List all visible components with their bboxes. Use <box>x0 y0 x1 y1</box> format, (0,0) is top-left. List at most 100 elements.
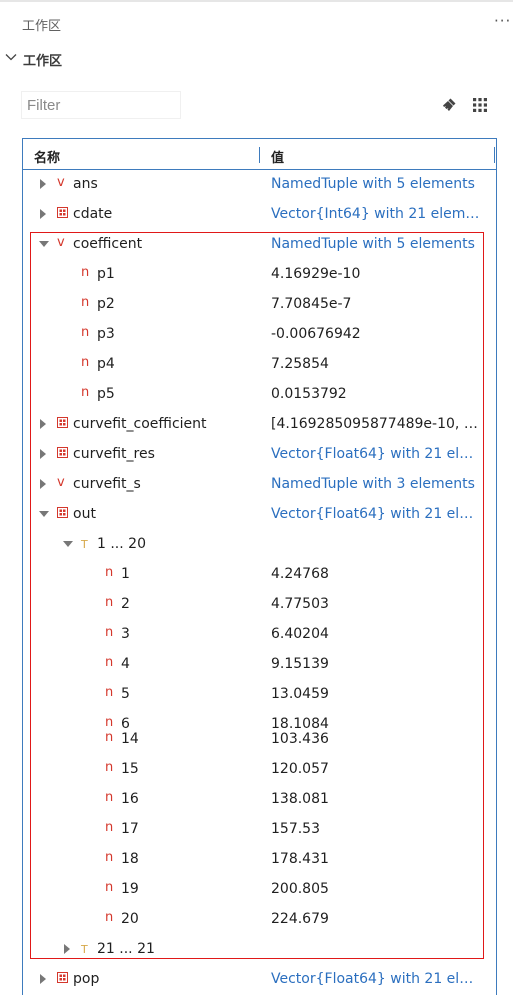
variable-name: p4 <box>97 356 115 372</box>
variable-name: 19 <box>121 881 139 897</box>
number-type-icon: n <box>81 265 90 280</box>
number-type-icon: n <box>105 790 114 805</box>
variable-name: out <box>73 506 96 522</box>
number-type-icon: n <box>81 325 90 340</box>
variable-name: 21 ... 21 <box>97 941 155 957</box>
variable-name: curvefit_coefficient <box>73 416 207 432</box>
column-resize-handle[interactable] <box>259 147 260 163</box>
table-row[interactable]: out Vector{Float64} with 21 eleme... <box>23 499 496 529</box>
table-row[interactable]: n 20 224.679 <box>23 904 496 934</box>
collapsed-arrow-icon[interactable] <box>38 973 48 985</box>
table-row[interactable]: n 15 120.057 <box>23 754 496 784</box>
table-row[interactable]: v coefficent NamedTuple with 5 elements <box>23 229 496 259</box>
variable-name: pop <box>73 971 100 987</box>
table-row[interactable]: cdate Vector{Int64} with 21 elements <box>23 199 496 229</box>
table-row[interactable]: n p2 7.70845e-7 <box>23 289 496 319</box>
variable-value-link[interactable]: Vector{Float64} with 21 eleme... <box>271 506 481 522</box>
column-header-value[interactable]: 值 <box>271 147 284 166</box>
table-row[interactable]: T 1 ... 20 <box>23 529 496 559</box>
variable-name: 14 <box>121 731 139 747</box>
variable-name: 15 <box>121 761 139 777</box>
table-header: 名称 值 <box>23 139 496 170</box>
number-type-icon: n <box>105 760 114 775</box>
variable-value: 224.679 <box>271 911 329 927</box>
section-header-workspace[interactable]: 工作区 <box>0 48 513 72</box>
clear-brush-icon[interactable] <box>440 96 458 114</box>
more-actions-icon[interactable]: ··· <box>494 12 511 30</box>
column-header-name[interactable]: 名称 <box>34 147 60 166</box>
table-row[interactable]: n 18 178.431 <box>23 844 496 874</box>
table-row[interactable]: n p3 -0.00676942 <box>23 319 496 349</box>
number-type-icon: n <box>105 595 114 610</box>
variable-value-link[interactable]: NamedTuple with 5 elements <box>271 236 481 252</box>
variable-name: p5 <box>97 386 115 402</box>
expanded-arrow-icon[interactable] <box>38 238 49 250</box>
variable-value: 157.53 <box>271 821 320 837</box>
column-resize-handle[interactable] <box>494 147 495 163</box>
variable-value: 9.15139 <box>271 656 329 672</box>
table-row[interactable]: n 5 13.0459 <box>23 679 496 709</box>
filter-input[interactable] <box>22 92 180 118</box>
table-row[interactable]: curvefit_res Vector{Float64} with 21 elem… <box>23 439 496 469</box>
table-row[interactable]: T 21 ... 21 <box>23 934 496 964</box>
table-row[interactable]: n 14 103.436 <box>23 724 496 754</box>
variable-value-link[interactable]: Vector{Float64} with 21 eleme... <box>271 971 481 987</box>
collapsed-arrow-icon[interactable] <box>38 478 48 490</box>
table-row[interactable]: v ans NamedTuple with 5 elements <box>23 169 496 199</box>
number-type-icon: n <box>81 385 90 400</box>
vector-type-icon <box>57 507 68 522</box>
variable-value: 4.77503 <box>271 596 329 612</box>
variable-value: 200.805 <box>271 881 329 897</box>
variable-value: 7.25854 <box>271 356 329 372</box>
variable-value-link[interactable]: Vector{Int64} with 21 elements <box>271 206 481 222</box>
namedtuple-type-icon: v <box>57 475 65 490</box>
variable-name: curvefit_res <box>73 446 155 462</box>
collapsed-arrow-icon[interactable] <box>38 418 48 430</box>
variable-value: -0.00676942 <box>271 326 361 342</box>
table-row[interactable]: n 17 157.53 <box>23 814 496 844</box>
collapsed-arrow-icon[interactable] <box>38 178 48 190</box>
variable-name: p1 <box>97 266 115 282</box>
variable-value: 6.40204 <box>271 626 329 642</box>
number-type-icon: n <box>105 685 114 700</box>
variable-value-link[interactable]: Vector{Float64} with 21 eleme... <box>271 446 481 462</box>
number-type-icon: n <box>81 295 90 310</box>
number-type-icon: n <box>81 355 90 370</box>
collapsed-arrow-icon[interactable] <box>62 943 72 955</box>
variable-name: curvefit_s <box>73 476 141 492</box>
variable-value-link[interactable]: NamedTuple with 3 elements <box>271 476 481 492</box>
table-row[interactable]: curvefit_coefficient [4.169285095877489e-… <box>23 409 496 439</box>
table-row[interactable]: n 19 200.805 <box>23 874 496 904</box>
variable-name: ans <box>73 176 98 192</box>
variable-name: 17 <box>121 821 139 837</box>
table-row[interactable]: n p1 4.16929e-10 <box>23 259 496 289</box>
table-row[interactable]: n 1 4.24768 <box>23 559 496 589</box>
layout-grid-icon[interactable] <box>472 97 488 113</box>
variable-name: 4 <box>121 656 130 672</box>
collapsed-arrow-icon[interactable] <box>38 208 48 220</box>
variable-value: 7.70845e-7 <box>271 296 352 312</box>
table-row[interactable]: n p4 7.25854 <box>23 349 496 379</box>
table-row[interactable]: pop Vector{Float64} with 21 eleme... <box>23 964 496 994</box>
variable-name: 20 <box>121 911 139 927</box>
number-type-icon: n <box>105 850 114 865</box>
table-row[interactable]: n p5 0.0153792 <box>23 379 496 409</box>
chevron-down-icon[interactable] <box>4 50 18 68</box>
variable-value-link[interactable]: NamedTuple with 5 elements <box>271 176 481 192</box>
range-type-icon: T <box>81 538 88 551</box>
top-border <box>0 0 513 2</box>
variable-name: 1 ... 20 <box>97 536 146 552</box>
table-row[interactable]: v curvefit_s NamedTuple with 3 elements <box>23 469 496 499</box>
table-row[interactable]: n 4 9.15139 <box>23 649 496 679</box>
variable-value: 4.16929e-10 <box>271 266 361 282</box>
table-row[interactable]: n 3 6.40204 <box>23 619 496 649</box>
variable-name: 2 <box>121 596 130 612</box>
table-row[interactable]: n 2 4.77503 <box>23 589 496 619</box>
expanded-arrow-icon[interactable] <box>62 538 73 550</box>
table-row[interactable]: n 16 138.081 <box>23 784 496 814</box>
expanded-arrow-icon[interactable] <box>38 508 49 520</box>
collapsed-arrow-icon[interactable] <box>38 448 48 460</box>
variable-name: p3 <box>97 326 115 342</box>
number-type-icon: n <box>105 910 114 925</box>
variable-name: 18 <box>121 851 139 867</box>
